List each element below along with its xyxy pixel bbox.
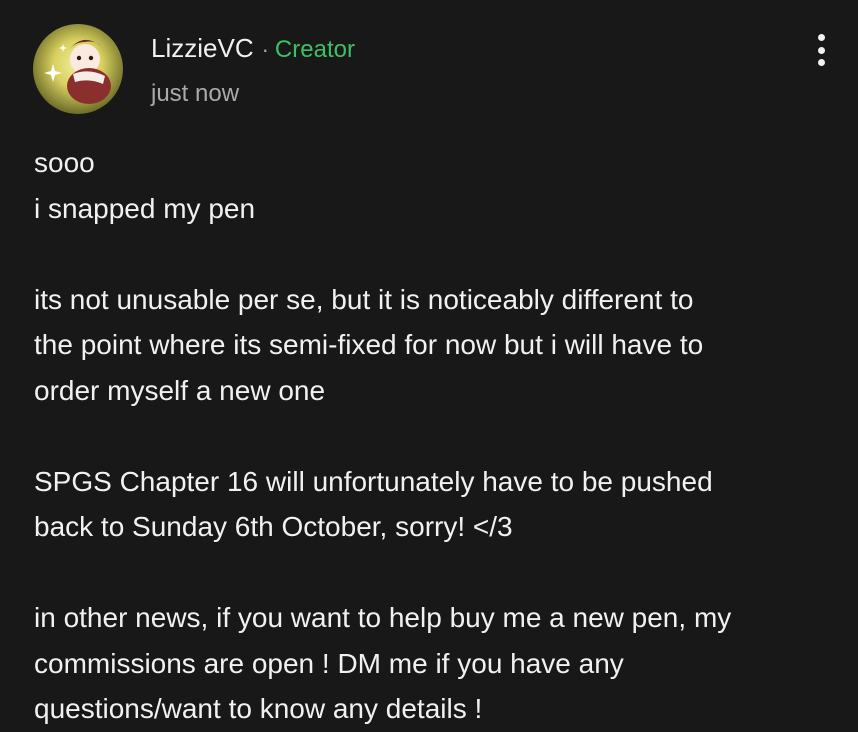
more-options-icon-dot xyxy=(817,59,825,66)
post-timestamp[interactable]: just now xyxy=(151,80,239,108)
post-paragraph: sooo i snapped my pen xyxy=(34,147,256,224)
post-paragraph: its not unusable per se, but it is notic… xyxy=(34,283,704,406)
post-paragraph: in other news, if you want to help buy m… xyxy=(34,602,732,724)
post-body: sooo i snapped my pen its not unusable p… xyxy=(34,140,834,732)
avatar[interactable] xyxy=(33,24,123,114)
more-options-icon-dot xyxy=(817,34,825,41)
header-separator: · xyxy=(261,37,269,62)
post-paragraph: SPGS Chapter 16 will unfortunately have … xyxy=(34,465,713,543)
author-name[interactable]: LizzieVC xyxy=(151,33,254,64)
more-options-icon-dot xyxy=(817,46,825,54)
creator-badge: Creator xyxy=(274,36,355,63)
more-options-button[interactable] xyxy=(806,34,836,66)
post-header: LizzieVC · Creator xyxy=(151,33,355,65)
community-post: LizzieVC · Creator just now sooo i snapp… xyxy=(0,0,858,731)
avatar-image xyxy=(33,24,123,114)
